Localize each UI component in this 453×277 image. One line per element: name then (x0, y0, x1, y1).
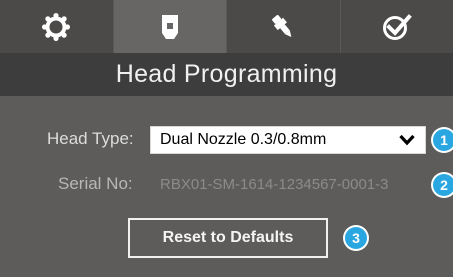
head-type-dropdown[interactable]: Dual Nozzle 0.3/0.8mm (150, 126, 426, 154)
callout-badge-1: 1 (433, 129, 453, 151)
nozzle-tool-icon (269, 13, 297, 41)
tab-settings[interactable] (0, 0, 114, 53)
reset-to-defaults-button[interactable]: Reset to Defaults (128, 218, 328, 258)
checkmark-icon (382, 13, 412, 41)
chevron-down-icon[interactable] (395, 126, 419, 154)
head-programming-panel: Head Programming Head Type: Dual Nozzle … (0, 0, 453, 277)
page-title: Head Programming (0, 53, 453, 96)
head-type-value: Dual Nozzle 0.3/0.8mm (160, 131, 327, 148)
callout-badge-3: 3 (345, 227, 367, 249)
tab-head[interactable] (113, 0, 227, 53)
gear-icon (42, 12, 71, 41)
tab-bar (0, 0, 453, 53)
tab-finish[interactable] (340, 0, 453, 53)
tab-nozzle[interactable] (227, 0, 341, 53)
head-type-label: Head Type: (47, 129, 134, 148)
serial-field: RBX01-SM-1614-1234567-0001-3 (160, 176, 389, 193)
callout-badge-2: 2 (433, 174, 453, 196)
serial-label: Serial No: (58, 174, 133, 193)
print-head-icon (160, 14, 180, 40)
